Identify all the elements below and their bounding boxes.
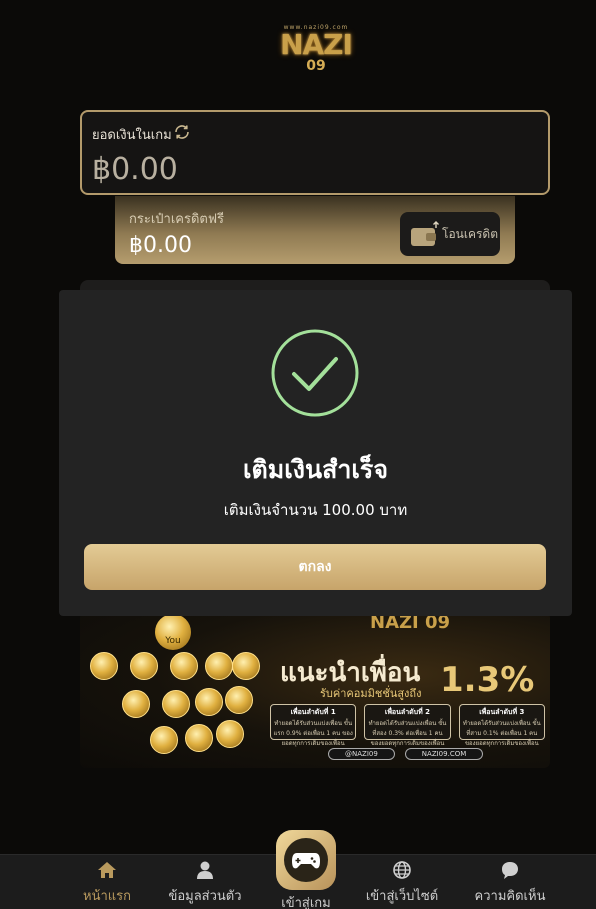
- tier-text: ทำยอดได้รับส่วนแบ่งเพื่อน ขั้นที่สอง 0.3…: [368, 720, 447, 747]
- nav-label: ข้อมูลส่วนตัว: [168, 889, 242, 904]
- nav-item-play-game[interactable]: [276, 830, 336, 890]
- nav-item-feedback[interactable]: ความคิดเห็น: [455, 855, 565, 909]
- referral-banner[interactable]: You NAZI 09 แนะนำเพื่อน 1.3% รับค่าคอมมิ…: [80, 612, 550, 768]
- coin-icon: [232, 652, 260, 680]
- coin-icon: [90, 652, 118, 680]
- nav-label: เข้าสู่เว็บไซต์: [365, 889, 439, 904]
- home-icon: [98, 862, 116, 878]
- transfer-credit-button[interactable]: โอนเครดิต: [400, 212, 500, 256]
- coin-icon: [162, 690, 190, 718]
- tier-heading: เพื่อนลำดับที่ 2: [384, 708, 431, 716]
- game-balance-card: ยอดเงินในเกม ฿0.00: [80, 110, 550, 195]
- logo-text: NAZI: [280, 27, 353, 61]
- tier-text: ทำยอดได้รับส่วนแบ่งเพื่อน ขั้นที่สาม 0.1…: [462, 720, 541, 747]
- coin-icon: [225, 686, 253, 714]
- credit-amount: ฿0.00: [129, 233, 192, 258]
- nav-item-home[interactable]: หน้าแรก: [52, 855, 162, 909]
- tier-box: เพื่อนลำดับที่ 1 ทำยอดได้รับส่วนแบ่งเพื่…: [270, 704, 357, 747]
- coin-icon: [130, 652, 158, 680]
- topup-success-dialog: เติมเงินสำเร็จ เติมเงินจำนวน 100.00 บาท …: [59, 290, 572, 616]
- website-badge: NAZI09.COM: [404, 748, 484, 760]
- site-logo: www.nazi09.com NAZI 09: [268, 20, 364, 76]
- coin-icon: [195, 688, 223, 716]
- tier-heading: เพื่อนลำดับที่ 1: [290, 708, 336, 716]
- tier-boxes: เพื่อนลำดับที่ 1 ทำยอดได้รับส่วนแบ่งเพื่…: [270, 704, 545, 747]
- dialog-message: เติมเงินจำนวน 100.00 บาท: [223, 501, 408, 519]
- globe-icon: [393, 861, 411, 879]
- line-id-badge: @NAZI09: [328, 748, 395, 760]
- banner-links: @NAZI09 NAZI09.COM: [328, 748, 484, 760]
- nav-item-website[interactable]: เข้าสู่เว็บไซต์: [347, 855, 457, 909]
- coin-icon: [205, 652, 233, 680]
- chat-icon: [502, 862, 518, 879]
- dialog-title: เติมเงินสำเร็จ: [242, 455, 389, 484]
- banner-subtitle: รับค่าคอมมิชชั่นสูงถึง: [320, 687, 422, 700]
- tier-box: เพื่อนลำดับที่ 2 ทำยอดได้รับส่วนแบ่งเพื่…: [364, 704, 451, 747]
- nav-label: ความคิดเห็น: [474, 889, 546, 904]
- coin-icon: [122, 690, 150, 718]
- credit-label: กระเป๋าเครดิตฟรี: [129, 212, 225, 227]
- you-coin: You: [155, 614, 191, 650]
- user-icon: [197, 861, 213, 879]
- tier-heading: เพื่อนลำดับที่ 3: [479, 708, 525, 716]
- play-game-badge: [284, 838, 328, 882]
- refresh-icon[interactable]: [172, 122, 192, 142]
- balance-label: ยอดเงินในเกม: [92, 128, 172, 143]
- banner-percent: 1.3%: [440, 660, 535, 700]
- coin-icon: [150, 726, 178, 754]
- tier-box: เพื่อนลำดับที่ 3 ทำยอดได้รับส่วนแบ่งเพื่…: [458, 704, 545, 747]
- nav-item-profile[interactable]: ข้อมูลส่วนตัว: [150, 855, 260, 909]
- gamepad-icon: [292, 853, 320, 869]
- free-credit-card: กระเป๋าเครดิตฟรี ฿0.00 โอนเครดิต: [115, 196, 515, 264]
- transfer-credit-label: โอนเครดิต: [442, 226, 499, 241]
- tier-text: ทำยอดได้รับส่วนแบ่งเพื่อน ขั้นแรก 0.9% ต…: [273, 720, 353, 747]
- success-check-icon: [271, 329, 359, 417]
- balance-amount: ฿0.00: [92, 152, 178, 187]
- coin-icon: [216, 720, 244, 748]
- coin-icon: [185, 724, 213, 752]
- coin-icon: [170, 652, 198, 680]
- nav-label-play-game: เข้าสู่เกม: [281, 896, 331, 909]
- ok-button[interactable]: ตกลง: [84, 544, 546, 590]
- nav-label: หน้าแรก: [83, 889, 131, 904]
- logo-sub: 09: [306, 57, 326, 74]
- wallet-icon: [411, 221, 439, 246]
